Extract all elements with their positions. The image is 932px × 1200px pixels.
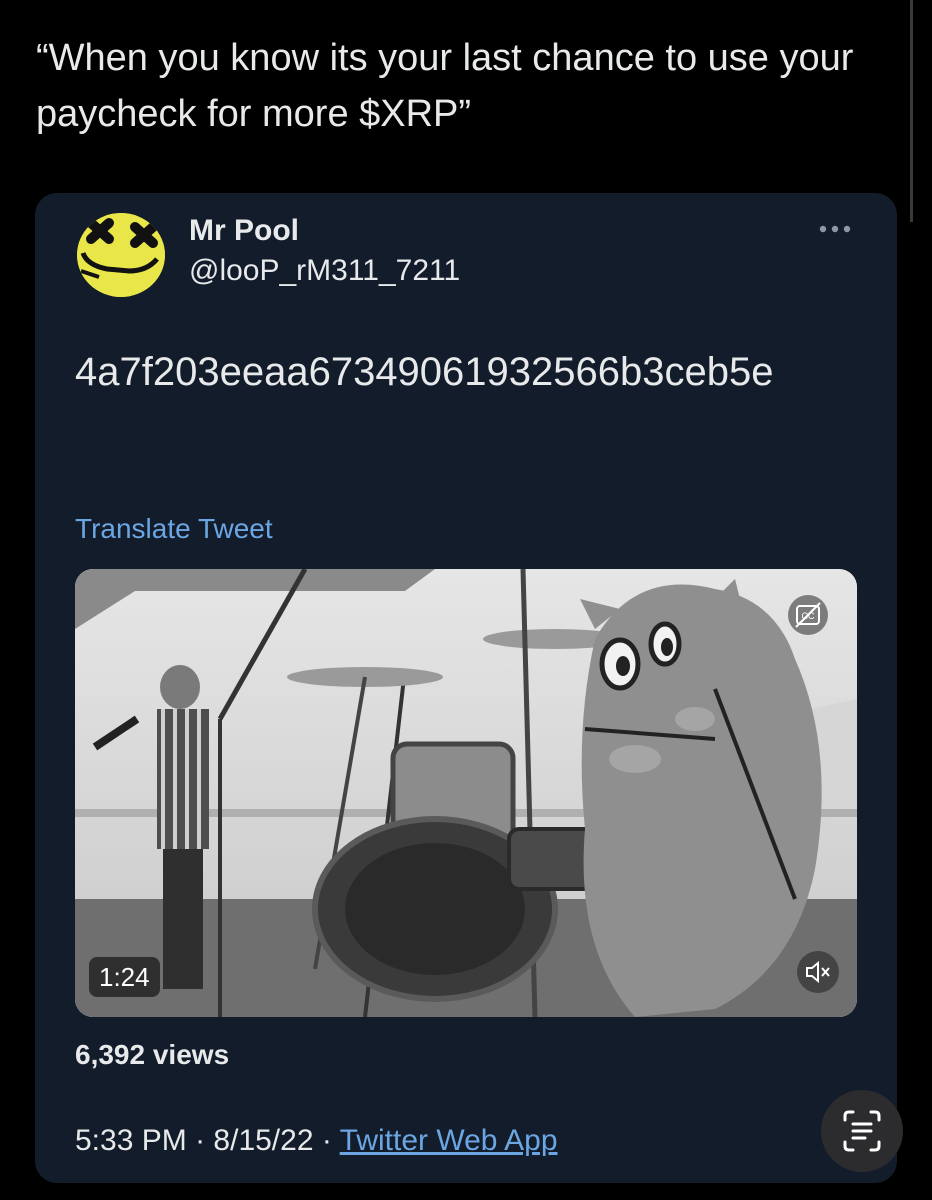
screenshot-page: “When you know its your last chance to u… (0, 0, 932, 1200)
tweet-text: 4a7f203eeaa67349061932566b3ceb5e (75, 350, 774, 394)
view-count-label: views (152, 1039, 230, 1070)
metadata-separator: · (321, 1124, 332, 1157)
tweet-date[interactable]: 8/15/22 (213, 1124, 313, 1157)
tweet-time[interactable]: 5:33 PM (75, 1124, 187, 1157)
translate-tweet-link[interactable]: Translate Tweet (75, 511, 273, 547)
more-options-icon[interactable] (813, 211, 857, 247)
author-handle[interactable]: @looP_rM311_7211 (189, 253, 460, 289)
tweet-source-link[interactable]: Twitter Web App (340, 1124, 558, 1157)
tweet-metadata: 5:33 PM · 8/15/22 · Twitter Web App (75, 1123, 558, 1159)
visual-lookup-icon[interactable] (821, 1090, 903, 1172)
author-display-name[interactable]: Mr Pool (189, 213, 299, 249)
dead-smiley-avatar-icon[interactable] (77, 213, 165, 297)
closed-captions-icon[interactable]: CC (788, 595, 828, 635)
video-player[interactable]: CC 1:24 (75, 569, 857, 1017)
video-duration-badge: 1:24 (89, 957, 160, 997)
scroll-indicator (910, 0, 913, 222)
video-frame-thumbnail (75, 569, 857, 1017)
post-caption: “When you know its your last chance to u… (36, 37, 854, 135)
view-count: 6,392 views (75, 1037, 229, 1073)
metadata-separator: · (195, 1124, 206, 1157)
muted-speaker-icon[interactable] (797, 951, 839, 993)
embedded-tweet-card[interactable]: Mr Pool @looP_rM311_7211 4a7f203eeaa6734… (35, 193, 897, 1183)
view-count-number: 6,392 (75, 1039, 146, 1070)
